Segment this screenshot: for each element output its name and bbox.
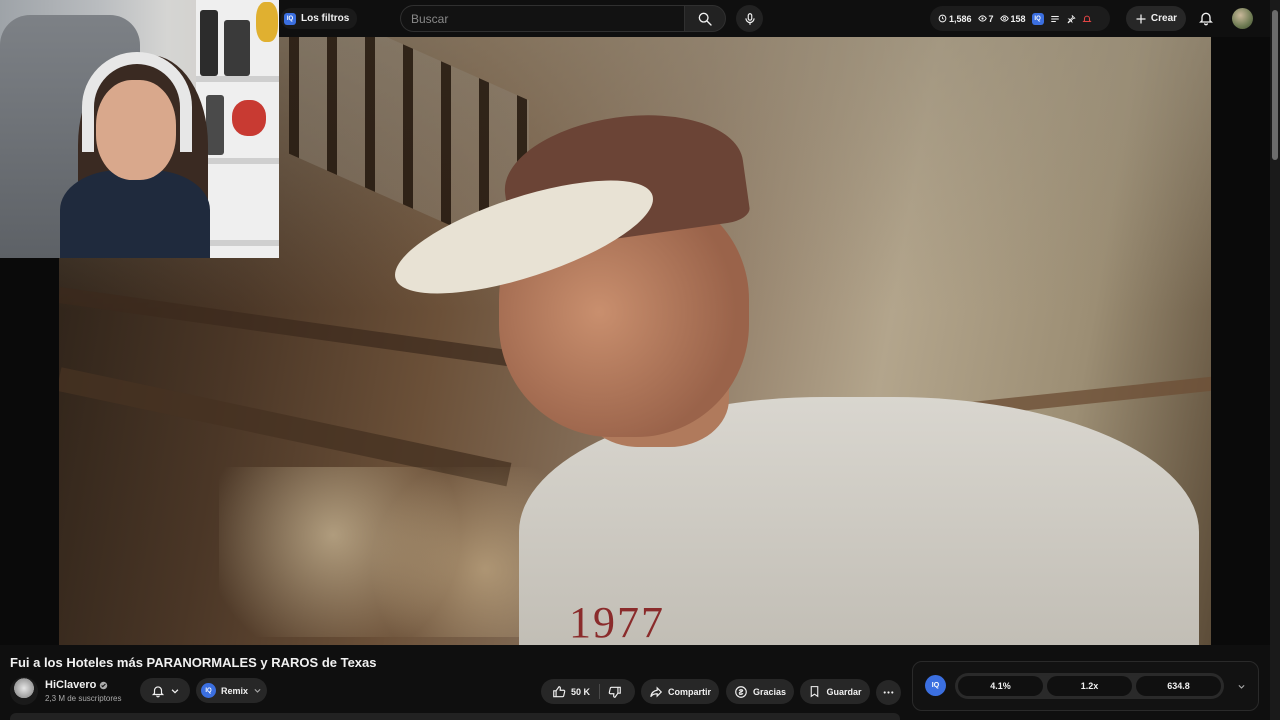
views-icon — [999, 15, 1009, 22]
more-icon — [883, 691, 894, 694]
iq-extension-icon: IQ — [284, 12, 296, 25]
views-stat: 158 — [999, 13, 1026, 24]
subscriber-count: 2,3 M de suscriptores — [45, 694, 122, 703]
viewers-stat: 7 — [977, 13, 994, 24]
pin-icon[interactable] — [1066, 14, 1076, 24]
metric-ratio[interactable]: 4.1% — [958, 676, 1043, 696]
extension-metrics-panel: IQ 4.1% 1.2x 634.8 — [912, 661, 1259, 711]
webcam-overlay[interactable] — [0, 0, 279, 258]
like-button[interactable]: 50 K — [546, 685, 599, 699]
shirt-print-text: 1977 — [569, 598, 665, 645]
viewers-value: 7 — [988, 13, 994, 24]
search-icon — [698, 12, 712, 26]
watch-time-stat: 1,586 — [938, 14, 972, 24]
notifications-button[interactable] — [1194, 6, 1218, 30]
filters-label: Los filtros — [301, 13, 350, 24]
chevron-down-icon — [1237, 684, 1245, 689]
webcam-headset — [82, 52, 192, 152]
chevron-down-icon — [171, 688, 178, 694]
metric-score[interactable]: 634.8 — [1136, 676, 1221, 696]
scrollbar-thumb[interactable] — [1272, 10, 1278, 160]
extension-logo-icon[interactable]: IQ — [925, 675, 946, 696]
save-label: Guardar — [826, 686, 862, 697]
webcam-shelf-item — [200, 10, 218, 76]
like-dislike-group: 50 K — [541, 679, 635, 704]
views-value: 158 — [1010, 13, 1026, 24]
dislike-icon — [608, 686, 621, 698]
plus-icon — [1136, 14, 1146, 23]
search-bar — [400, 5, 726, 32]
create-button[interactable]: Crear — [1126, 6, 1186, 31]
video-title: Fui a los Hoteles más PARANORMALES y RAR… — [10, 655, 377, 670]
remix-label: Remix — [220, 685, 248, 696]
share-label: Compartir — [667, 686, 711, 697]
share-button[interactable]: Compartir — [641, 679, 719, 704]
extension-expand-button[interactable] — [1234, 679, 1248, 693]
like-count: 50 K — [570, 686, 590, 697]
clock-icon — [938, 14, 947, 23]
verified-icon — [100, 681, 108, 689]
create-label: Crear — [1150, 13, 1178, 24]
chevron-down-icon — [254, 688, 261, 693]
save-icon — [811, 686, 819, 698]
thanks-icon — [735, 685, 747, 698]
webcam-shelf-item — [224, 20, 250, 76]
page-scrollbar[interactable] — [1270, 0, 1280, 720]
more-actions-button[interactable] — [876, 680, 901, 705]
extension-stats-bar: 1,586 7 158 IQ — [930, 6, 1110, 31]
mic-icon — [744, 12, 755, 25]
channel-name: HiClavero — [45, 679, 97, 691]
user-avatar[interactable] — [1232, 8, 1253, 29]
filters-button[interactable]: IQ Los filtros — [281, 8, 358, 29]
description-box-edge[interactable] — [10, 713, 900, 720]
voice-search-button[interactable] — [736, 5, 763, 32]
search-button[interactable] — [684, 5, 726, 32]
eye-icon — [977, 15, 987, 22]
channel-name-link[interactable]: HiClavero — [45, 679, 108, 691]
alert-bell-icon[interactable] — [1081, 14, 1092, 24]
bell-icon — [1199, 12, 1213, 26]
thanks-label: Gracias — [752, 686, 787, 697]
share-icon — [650, 686, 663, 697]
webcam-person-body — [60, 170, 210, 258]
dislike-button[interactable] — [600, 685, 630, 699]
remix-iq-icon: IQ — [200, 683, 216, 698]
webcam-shelf-item — [232, 100, 266, 136]
webcam-shelf-item — [206, 95, 224, 155]
save-button[interactable]: Guardar — [800, 679, 870, 704]
watch-time-value: 1,586 — [949, 13, 972, 24]
queue-icon[interactable] — [1050, 14, 1060, 24]
remix-button[interactable]: IQ Remix — [196, 678, 267, 703]
thanks-button[interactable]: Gracias — [726, 679, 794, 704]
search-input[interactable] — [400, 5, 684, 32]
bell-icon — [151, 685, 164, 697]
subscription-bell-button[interactable] — [140, 678, 190, 703]
metrics-bar: 4.1% 1.2x 634.8 — [955, 673, 1224, 699]
webcam-shelf-item — [256, 2, 278, 42]
like-icon — [553, 685, 566, 697]
iq-badge-icon[interactable]: IQ — [1031, 12, 1044, 25]
channel-avatar[interactable] — [10, 677, 38, 705]
metric-multiplier[interactable]: 1.2x — [1047, 676, 1132, 696]
